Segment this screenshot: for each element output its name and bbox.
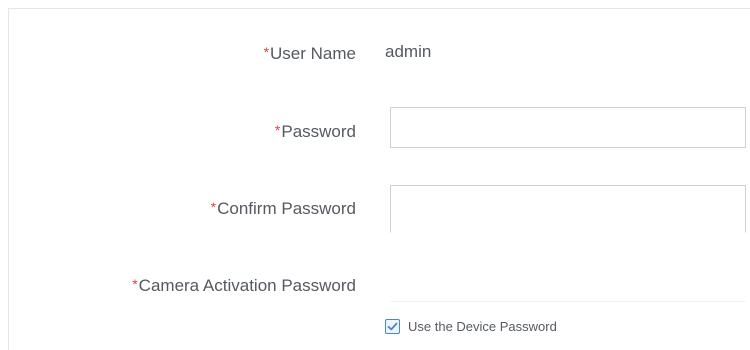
confirm-password-label: *Confirm Password [211, 197, 356, 219]
confirm-password-input[interactable] [390, 185, 746, 233]
checkmark-icon [387, 322, 398, 330]
use-device-password-option[interactable]: Use the Device Password [385, 316, 557, 336]
activation-dialog: *User Name admin *Password *Confirm Pass… [0, 0, 750, 350]
form-panel: *User Name admin *Password *Confirm Pass… [8, 8, 750, 350]
user-name-label-text: User Name [270, 44, 356, 63]
use-device-password-label: Use the Device Password [408, 318, 557, 334]
camera-activation-password-label: *Camera Activation Password [132, 274, 356, 296]
required-marker: * [274, 122, 281, 138]
required-marker: * [263, 44, 270, 60]
camera-activation-password-input[interactable] [390, 261, 746, 302]
use-device-password-checkbox[interactable] [385, 318, 400, 334]
user-name-label: *User Name [264, 42, 356, 64]
required-marker: * [210, 199, 217, 215]
password-input[interactable] [390, 107, 746, 148]
password-label-text: Password [281, 122, 356, 141]
camera-activation-password-label-text: Camera Activation Password [138, 276, 356, 295]
password-label: *Password [275, 120, 356, 142]
user-name-value: admin [385, 42, 432, 61]
confirm-password-label-text: Confirm Password [217, 199, 356, 218]
required-marker: * [132, 276, 138, 292]
